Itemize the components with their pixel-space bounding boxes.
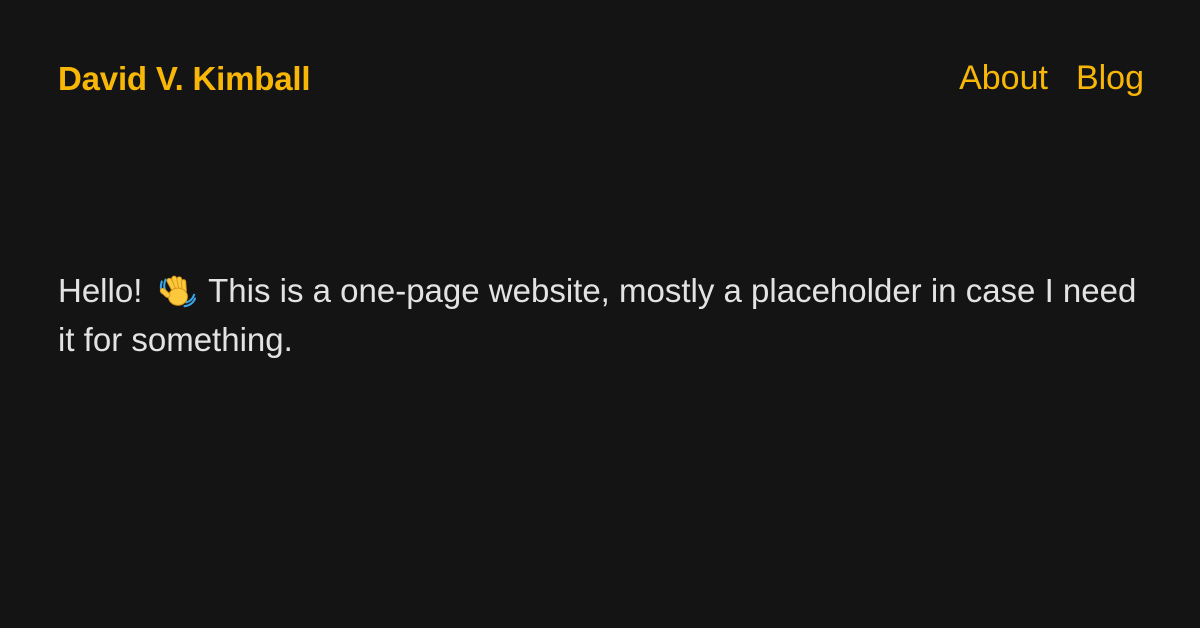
intro-text: This is a one-page website, mostly a pla… [58, 272, 1137, 358]
nav-link-blog[interactable]: Blog [1076, 61, 1144, 95]
main-content: Hello! This is a one-page website, mostl… [58, 266, 1148, 364]
intro-greeting: Hello! [58, 272, 143, 309]
waving-hand-icon [159, 275, 196, 308]
main-nav: About Blog [959, 61, 1144, 95]
intro-paragraph: Hello! This is a one-page website, mostl… [58, 266, 1148, 364]
site-header: David V. Kimball About Blog [58, 52, 1144, 104]
site-title-link[interactable]: David V. Kimball [58, 62, 311, 95]
nav-link-about[interactable]: About [959, 61, 1048, 95]
